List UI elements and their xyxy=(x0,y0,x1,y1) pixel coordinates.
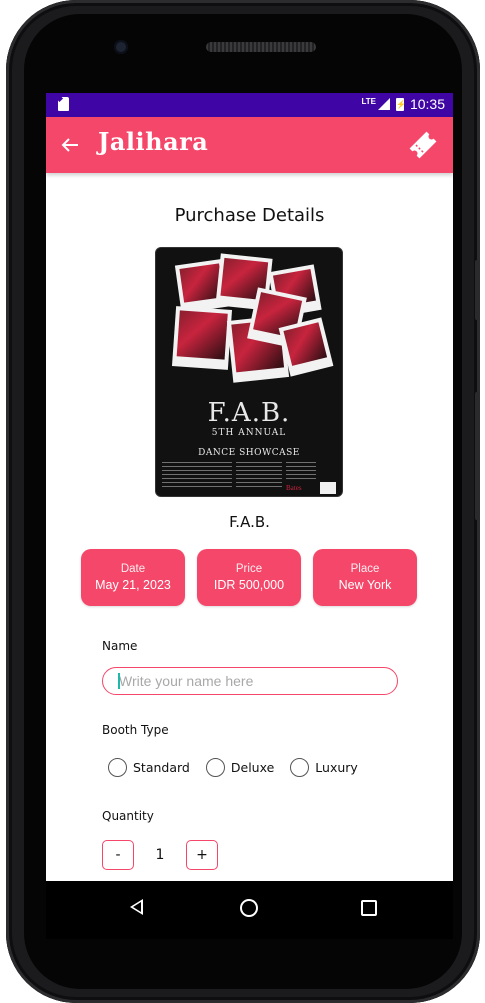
place-value: New York xyxy=(338,578,392,592)
price-card: Price IDR 500,000 xyxy=(197,549,301,606)
app-screen: LTE 10:35 Jalihara Purchase Details xyxy=(46,93,453,881)
app-title: Jalihara xyxy=(98,127,209,156)
ticket-icon xyxy=(409,131,437,159)
power-button xyxy=(475,392,480,520)
quantity-stepper: - 1 + xyxy=(102,840,218,870)
radio-button[interactable] xyxy=(205,758,225,777)
poster-brand: Bates xyxy=(286,484,302,492)
poster-fine-print xyxy=(236,462,282,488)
poster-photo xyxy=(171,306,233,370)
price-value: IDR 500,000 xyxy=(213,578,285,592)
page-title: Purchase Details xyxy=(174,205,325,226)
radio-button[interactable] xyxy=(290,758,310,777)
front-camera xyxy=(114,40,128,54)
system-nav-bar xyxy=(46,881,453,939)
network-type: LTE xyxy=(361,96,376,106)
date-card: Date May 21, 2023 xyxy=(81,549,185,606)
poster-fine-print xyxy=(162,462,232,488)
status-icons: LTE 10:35 xyxy=(361,96,445,112)
app-bar: Jalihara xyxy=(46,117,453,173)
sd-card-icon xyxy=(58,97,69,111)
event-poster: F.A.B. 5TH ANNUAL DANCE SHOWCASE Bates xyxy=(155,247,343,497)
quantity-value: 1 xyxy=(155,847,165,863)
place-label: Place xyxy=(350,563,380,575)
arrow-left-icon xyxy=(61,138,78,152)
poster-title: F.A.B. xyxy=(207,398,291,428)
radio-button[interactable] xyxy=(108,758,127,777)
volume-button xyxy=(475,260,480,320)
date-label: Date xyxy=(120,563,146,575)
name-input[interactable] xyxy=(102,667,398,695)
poster-subtitle: DANCE SHOWCASE xyxy=(198,448,300,458)
booth-option-luxury[interactable]: Luxury xyxy=(290,758,358,777)
booth-option-label: Deluxe xyxy=(230,760,275,775)
ticket-button[interactable] xyxy=(405,127,441,163)
quantity-increment-button[interactable]: + xyxy=(186,840,218,870)
nav-recents-icon[interactable] xyxy=(361,900,377,916)
nav-home-icon[interactable] xyxy=(240,899,258,917)
nav-back-icon[interactable] xyxy=(130,899,143,915)
earpiece-speaker xyxy=(206,42,316,52)
event-info-row: Date May 21, 2023 Price IDR 500,000 Plac… xyxy=(81,549,417,606)
price-label: Price xyxy=(235,563,263,575)
quantity-label: Quantity xyxy=(102,809,154,823)
battery-charging-icon xyxy=(395,97,406,111)
status-bar: LTE 10:35 xyxy=(46,93,453,117)
booth-option-label: Standard xyxy=(133,760,190,775)
booth-option-standard[interactable]: Standard xyxy=(108,758,190,777)
poster-subtitle: 5TH ANNUAL xyxy=(211,428,287,438)
signal-icon xyxy=(377,98,390,110)
place-card: Place New York xyxy=(313,549,417,606)
poster-logo xyxy=(320,482,336,494)
name-label: Name xyxy=(102,639,138,653)
event-name: F.A.B. xyxy=(229,513,270,531)
poster-fine-print xyxy=(286,462,316,482)
date-value: May 21, 2023 xyxy=(95,578,171,592)
text-cursor xyxy=(118,673,120,689)
status-time: 10:35 xyxy=(409,96,445,112)
booth-type-label: Booth Type xyxy=(102,723,169,737)
quantity-decrement-button[interactable]: - xyxy=(102,840,134,870)
back-button[interactable] xyxy=(60,131,88,159)
booth-option-label: Luxury xyxy=(315,760,358,775)
booth-type-radio-group: Standard Deluxe Luxury xyxy=(108,758,358,777)
booth-option-deluxe[interactable]: Deluxe xyxy=(205,758,275,777)
